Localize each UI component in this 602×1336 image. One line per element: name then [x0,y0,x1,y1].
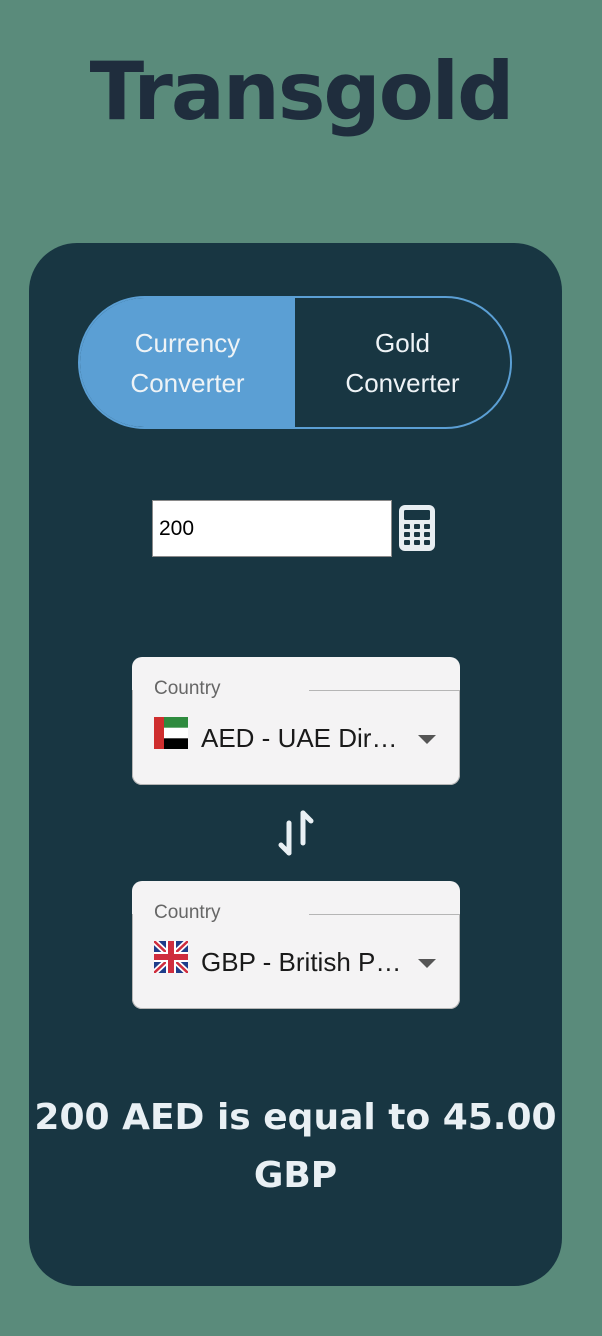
app-title: Transgold [89,45,515,138]
chevron-down-icon [418,959,436,968]
to-currency-select[interactable]: Country GBP - British P… [132,881,460,1009]
from-select-label: Country [154,678,221,699]
amount-input[interactable] [152,500,392,557]
conversion-result: 200 AED is equal to 45.00 GBP [34,1097,557,1196]
swap-arrows-icon[interactable] [276,809,316,857]
uae-flag-icon [154,717,188,749]
uk-flag-icon [154,941,188,973]
tab-currency-converter[interactable]: Currency Converter [80,298,295,427]
chevron-down-icon [418,735,436,744]
converter-card: Currency Converter Gold Converter Countr… [29,243,562,1286]
converter-mode-toggle: Currency Converter Gold Converter [78,296,512,429]
to-currency-value: GBP - British P… [201,947,402,977]
from-currency-value: AED - UAE Dir… [201,723,398,753]
from-currency-select[interactable]: Country AED - UAE Dir… [132,657,460,785]
to-select-label: Country [154,902,221,923]
calculator-icon[interactable] [399,505,435,551]
tab-gold-converter[interactable]: Gold Converter [295,298,510,427]
